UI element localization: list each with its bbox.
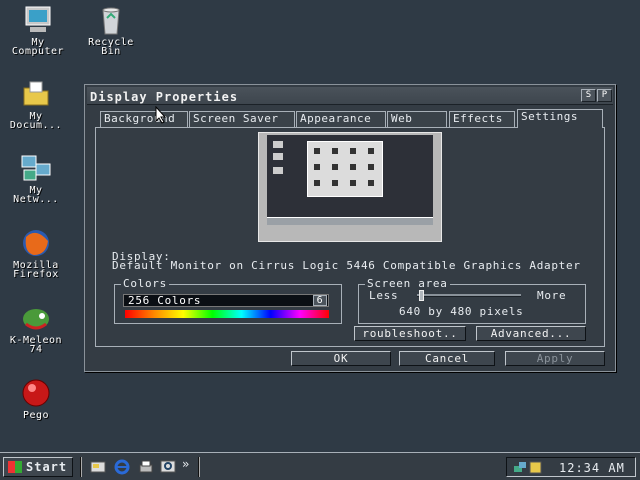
display-info: Display: Default Monitor on Cirrus Logic…: [112, 251, 582, 272]
monitor-screen: [267, 135, 433, 225]
pin-button[interactable]: P: [597, 89, 612, 102]
colors-group: Colors 256 Colors 6: [114, 278, 342, 324]
taskbar: Start » 12:34 AM: [0, 452, 640, 480]
apply-button[interactable]: Apply: [505, 351, 605, 366]
slider-more-label: More: [537, 289, 567, 302]
monitor-preview: [258, 132, 442, 242]
desktop-icon-label: My Computer: [11, 37, 65, 57]
desktop-icon-kmeleon[interactable]: K-Meleon 74: [0, 302, 74, 355]
title-bar[interactable]: Display Properties S P: [87, 87, 613, 105]
desktop-icon-my-network[interactable]: My Netw...: [0, 152, 74, 205]
firefox-icon: [20, 227, 52, 259]
colors-value: 256 Colors: [128, 294, 202, 307]
taskbar-separator: [80, 457, 82, 477]
preview-window: [307, 141, 383, 197]
ok-button[interactable]: OK: [291, 351, 391, 366]
printer-icon[interactable]: [138, 459, 154, 475]
desktop-icon-recycle-bin[interactable]: Recycle Bin: [73, 4, 149, 57]
volume-tray-icon[interactable]: [529, 460, 543, 477]
desktop-icon-label: Mozilla Firefox: [13, 260, 59, 280]
desktop-icon-label: Pego: [22, 410, 50, 421]
tab-settings[interactable]: Settings: [517, 109, 603, 128]
windows-logo-icon: [8, 461, 22, 473]
clock[interactable]: 12:34 AM: [559, 461, 625, 475]
desktop-icon-label: My Docum...: [9, 111, 63, 131]
network-tray-icon[interactable]: [513, 460, 527, 477]
ie-icon[interactable]: [114, 459, 130, 475]
colors-legend: Colors: [121, 277, 169, 290]
screen-resolution-value: 640 by 480 pixels: [399, 305, 524, 318]
display-adapter-name: Default Monitor on Cirrus Logic 5446 Com…: [112, 259, 581, 272]
preview-taskbar: [267, 217, 433, 225]
tab-background[interactable]: Background: [100, 111, 188, 127]
settings-panel: Display: Default Monitor on Cirrus Logic…: [95, 127, 605, 347]
tab-appearance[interactable]: Appearance: [296, 111, 386, 127]
network-icon: [20, 152, 52, 184]
pego-icon: [20, 377, 52, 409]
desktop-icon-my-documents[interactable]: My Docum...: [0, 78, 74, 131]
desktop-icon-pego[interactable]: Pego: [0, 377, 74, 421]
display-properties-window: Display Properties S P Background Screen…: [84, 84, 616, 372]
tab-effects[interactable]: Effects: [449, 111, 515, 127]
tab-web[interactable]: Web: [387, 111, 447, 127]
search-icon[interactable]: [160, 459, 176, 475]
advanced-button[interactable]: Advanced...: [476, 326, 586, 341]
colors-dropdown[interactable]: 256 Colors 6: [123, 294, 329, 307]
mouse-cursor-icon: [155, 106, 167, 124]
start-label: Start: [26, 460, 68, 474]
show-desktop-icon[interactable]: [90, 459, 106, 475]
tab-strip: Background Screen Saver Appearance Web E…: [97, 109, 605, 128]
desktop-icon-firefox[interactable]: Mozilla Firefox: [0, 227, 74, 280]
desktop-icon-label: K-Meleon 74: [9, 335, 63, 355]
taskbar-separator: [198, 457, 200, 477]
screen-area-slider-thumb[interactable]: [419, 290, 424, 301]
desktop-icon-label: Recycle Bin: [88, 37, 134, 57]
troubleshoot-button[interactable]: roubleshoot..: [354, 326, 466, 341]
desktop-icon-my-computer[interactable]: My Computer: [0, 4, 76, 57]
kmeleon-icon: [20, 302, 52, 334]
start-button[interactable]: Start: [3, 457, 73, 477]
quicklaunch-chevron[interactable]: »: [182, 457, 189, 471]
recycle-bin-icon: [95, 4, 127, 36]
system-tray: 12:34 AM: [506, 457, 636, 477]
chevron-down-icon[interactable]: 6: [313, 295, 327, 306]
desktop-icon-label: My Netw...: [13, 185, 59, 205]
color-spectrum-bar: [125, 310, 329, 318]
shade-button[interactable]: S: [581, 89, 596, 102]
tab-screen-saver[interactable]: Screen Saver: [189, 111, 295, 127]
computer-icon: [22, 4, 54, 36]
cancel-button[interactable]: Cancel: [399, 351, 495, 366]
screen-area-slider[interactable]: [417, 294, 521, 297]
window-title: Display Properties: [90, 90, 239, 104]
slider-less-label: Less: [369, 289, 399, 302]
folder-icon: [20, 78, 52, 110]
screen-area-group: Screen area Less More 640 by 480 pixels: [358, 278, 586, 324]
